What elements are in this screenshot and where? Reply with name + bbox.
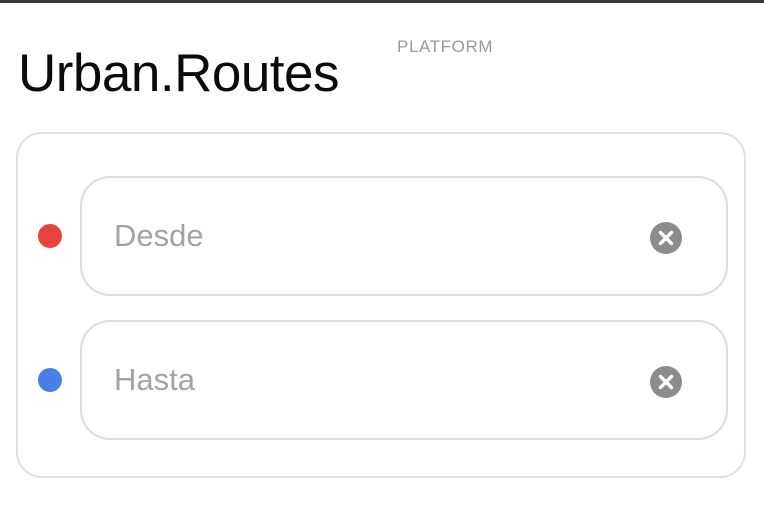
from-field[interactable] (80, 176, 728, 296)
brand-name-primary: Urban. (18, 44, 175, 103)
from-input[interactable] (114, 216, 614, 256)
clear-from-button[interactable] (650, 222, 682, 254)
to-input[interactable] (114, 360, 614, 400)
route-form-card (16, 132, 746, 478)
clear-to-button[interactable] (650, 366, 682, 398)
brand-name-secondary: Routes (174, 44, 340, 103)
destination-marker-icon (38, 368, 62, 392)
clear-circle-icon (658, 230, 674, 246)
top-border (0, 0, 764, 3)
origin-marker-icon (38, 224, 62, 248)
to-row (18, 320, 748, 440)
clear-circle-icon (658, 374, 674, 390)
platform-label: PLATFORM (397, 37, 494, 56)
from-row (18, 176, 748, 296)
to-field[interactable] (80, 320, 728, 440)
app-logo: Urban.Routes (18, 44, 340, 104)
